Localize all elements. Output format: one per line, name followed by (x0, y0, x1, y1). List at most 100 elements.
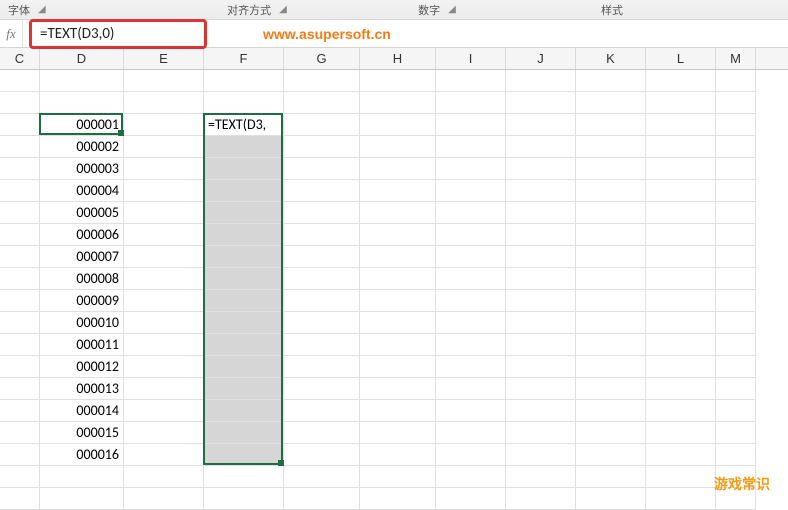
cell[interactable] (360, 114, 436, 136)
cell[interactable] (716, 224, 756, 246)
cell[interactable] (204, 92, 284, 114)
cell[interactable] (646, 246, 716, 268)
cell[interactable] (436, 114, 506, 136)
cell[interactable] (646, 488, 716, 510)
cell[interactable] (284, 356, 360, 378)
cell[interactable] (124, 488, 204, 510)
cell[interactable] (576, 466, 646, 488)
cell[interactable] (716, 180, 756, 202)
cell[interactable] (716, 356, 756, 378)
cell[interactable] (576, 92, 646, 114)
cell[interactable] (0, 334, 40, 356)
cell[interactable] (0, 444, 40, 466)
cell[interactable] (576, 114, 646, 136)
cell[interactable] (204, 246, 284, 268)
cell[interactable] (576, 422, 646, 444)
cell[interactable] (506, 334, 576, 356)
cell[interactable] (0, 356, 40, 378)
cell[interactable] (360, 268, 436, 290)
cell[interactable] (646, 136, 716, 158)
cell[interactable]: 000011 (40, 334, 124, 356)
cell[interactable] (204, 378, 284, 400)
cell[interactable] (204, 488, 284, 510)
cell[interactable] (506, 400, 576, 422)
cell[interactable] (124, 400, 204, 422)
cell[interactable] (646, 290, 716, 312)
cell[interactable] (646, 268, 716, 290)
cell[interactable] (360, 400, 436, 422)
cell[interactable] (576, 136, 646, 158)
cell[interactable] (506, 312, 576, 334)
cell[interactable] (716, 378, 756, 400)
cell[interactable] (284, 268, 360, 290)
cell[interactable] (360, 444, 436, 466)
spreadsheet-grid[interactable]: 000001=TEXT(D3,0000020000030000040000050… (0, 70, 788, 510)
cell[interactable] (124, 224, 204, 246)
cell[interactable] (360, 378, 436, 400)
cell[interactable] (284, 334, 360, 356)
cell[interactable] (284, 136, 360, 158)
cell[interactable] (0, 202, 40, 224)
cell[interactable]: 000013 (40, 378, 124, 400)
cell[interactable] (124, 158, 204, 180)
cell[interactable] (0, 290, 40, 312)
cell[interactable] (506, 224, 576, 246)
cell[interactable] (506, 444, 576, 466)
cell[interactable] (436, 466, 506, 488)
cell[interactable] (124, 312, 204, 334)
cell[interactable] (716, 334, 756, 356)
cell[interactable] (124, 422, 204, 444)
cell[interactable] (506, 114, 576, 136)
cell[interactable]: 000007 (40, 246, 124, 268)
cell[interactable] (360, 488, 436, 510)
cell[interactable] (646, 180, 716, 202)
cell[interactable] (0, 246, 40, 268)
cell[interactable]: 000012 (40, 356, 124, 378)
dialog-launcher-icon[interactable]: ◢ (444, 4, 456, 15)
cell[interactable] (204, 312, 284, 334)
cell[interactable] (40, 488, 124, 510)
cell[interactable] (0, 92, 40, 114)
cell[interactable] (124, 246, 204, 268)
cell[interactable] (506, 158, 576, 180)
cell[interactable] (716, 136, 756, 158)
cell[interactable] (436, 312, 506, 334)
cell[interactable] (204, 356, 284, 378)
cell[interactable] (716, 202, 756, 224)
cell[interactable] (506, 488, 576, 510)
cell[interactable] (124, 356, 204, 378)
cell[interactable] (506, 466, 576, 488)
cell[interactable] (360, 356, 436, 378)
cell[interactable] (576, 356, 646, 378)
cell[interactable] (716, 114, 756, 136)
column-header-d[interactable]: D (40, 48, 124, 69)
cell[interactable] (204, 422, 284, 444)
cell[interactable] (646, 70, 716, 92)
cell[interactable] (40, 466, 124, 488)
cell[interactable] (284, 246, 360, 268)
cell[interactable] (0, 158, 40, 180)
cell[interactable] (436, 70, 506, 92)
fx-icon[interactable]: fx (0, 26, 22, 42)
cell[interactable] (360, 290, 436, 312)
cell[interactable]: 000001 (40, 114, 124, 136)
cell[interactable] (124, 180, 204, 202)
column-headers[interactable]: CDEFGHIJKLM (0, 48, 788, 70)
cell[interactable] (576, 246, 646, 268)
cell[interactable] (506, 70, 576, 92)
cell[interactable] (576, 224, 646, 246)
cell[interactable] (436, 356, 506, 378)
cell[interactable] (646, 378, 716, 400)
cell[interactable] (204, 180, 284, 202)
cell[interactable] (436, 158, 506, 180)
cell[interactable]: 000005 (40, 202, 124, 224)
column-header-g[interactable]: G (284, 48, 360, 69)
cell[interactable] (0, 312, 40, 334)
cell[interactable] (646, 158, 716, 180)
column-header-j[interactable]: J (506, 48, 576, 69)
cell[interactable] (124, 268, 204, 290)
cell[interactable] (716, 400, 756, 422)
cell[interactable] (124, 114, 204, 136)
cell[interactable] (0, 70, 40, 92)
formula-bar[interactable]: =TEXT(D3,0) www.asupersoft.cn (22, 20, 788, 47)
